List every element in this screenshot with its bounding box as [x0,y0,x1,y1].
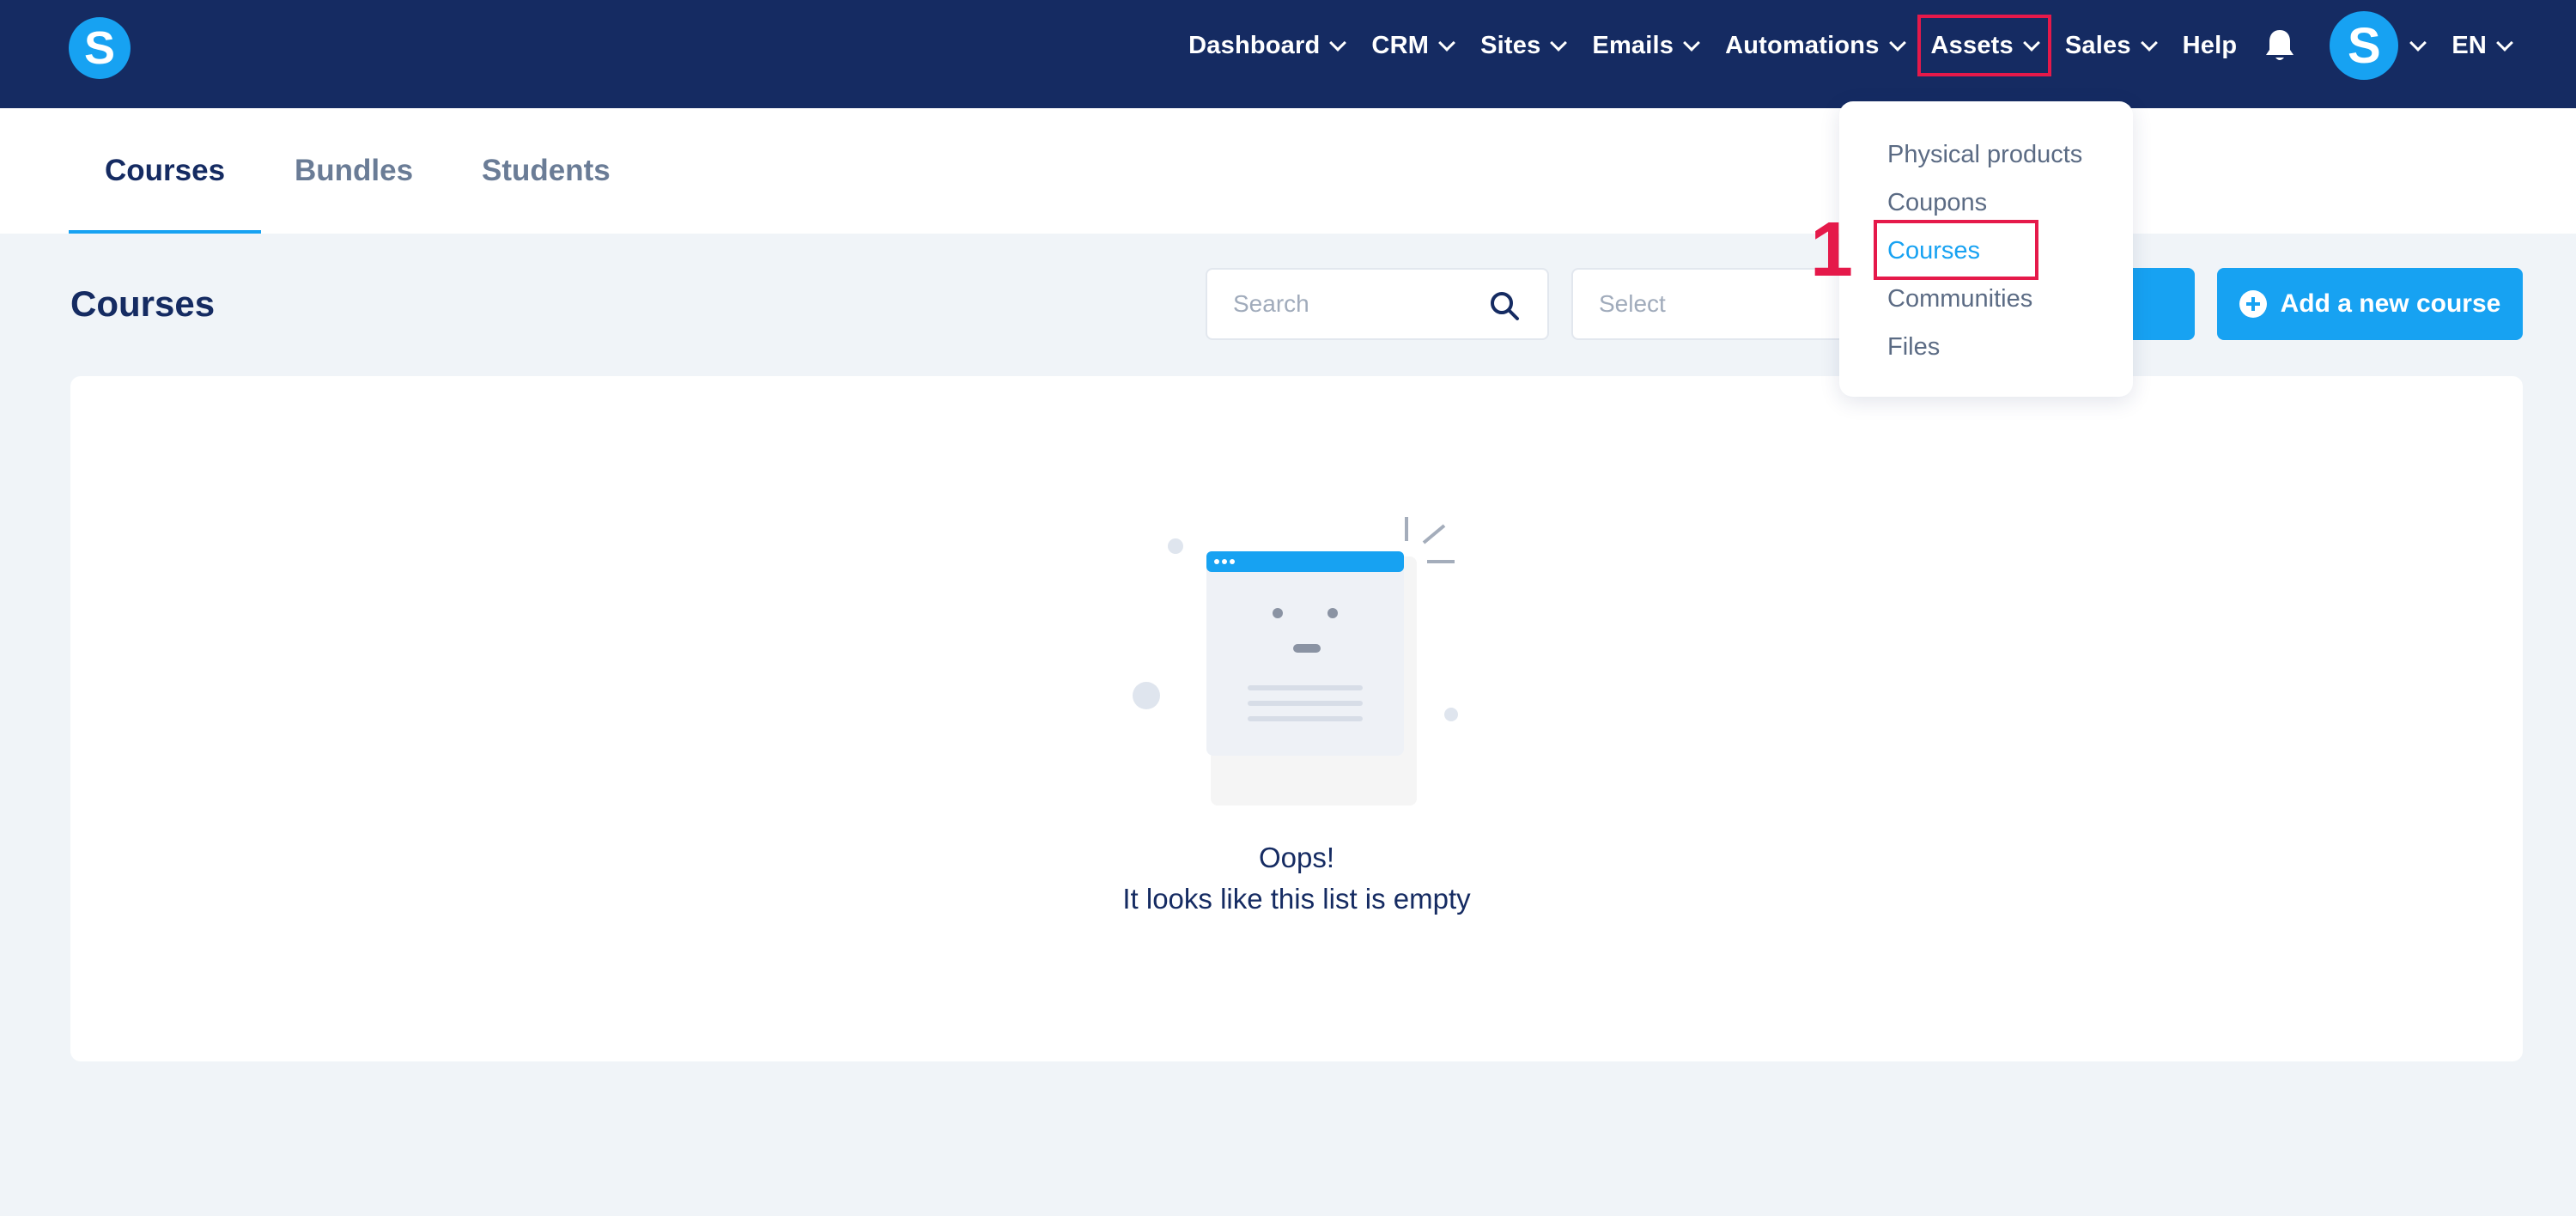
chevron-down-icon [2496,34,2513,52]
chevron-down-icon [1888,34,1906,52]
tab-students[interactable]: Students [482,108,611,234]
empty-state-subtitle: It looks like this list is empty [1122,883,1471,915]
nav-item-assets[interactable]: Assets [1917,15,2051,76]
step-number-label: 1 [1810,207,1854,293]
menu-item-label: Coupons [1887,188,1988,216]
add-course-button-label: Add a new course [2280,289,2501,318]
top-navigation-bar: S Dashboard CRM Sites Emails Automations… [0,0,2576,108]
chevron-down-icon [2140,34,2158,52]
menu-item-label: Files [1887,332,1941,361]
user-menu[interactable]: S [2309,11,2438,80]
tab-bar: Courses Bundles Students [0,108,2576,234]
nav-item-help[interactable]: Help [2169,15,2251,76]
chevron-down-icon [1329,34,1347,52]
avatar: S [2330,11,2399,80]
nav-item-automations[interactable]: Automations [1711,15,1917,76]
menu-item-label: Physical products [1887,140,2083,168]
menu-item-physical-products[interactable]: Physical products [1839,131,2133,179]
plus-circle-icon [2239,290,2267,318]
menu-item-files[interactable]: Files [1839,323,2133,371]
nav-item-emails[interactable]: Emails [1578,15,1711,76]
menu-item-courses[interactable]: Courses [1839,227,2133,275]
tab-courses[interactable]: Courses [105,108,225,234]
nav-item-label: Sales [2064,31,2131,59]
language-label: EN [2451,31,2487,59]
app-logo[interactable]: S [69,17,131,79]
nav-item-label: Help [2182,31,2238,59]
tab-label: Bundles [295,154,414,187]
tab-label: Courses [105,154,226,187]
nav-item-label: Assets [1930,31,2014,59]
tab-bundles[interactable]: Bundles [295,108,413,234]
menu-item-label: Courses [1887,236,1980,264]
empty-list-illustration-icon [1108,498,1477,829]
search-icon[interactable] [1489,290,1520,325]
page-title: Courses [70,283,216,324]
language-selector[interactable]: EN [2438,15,2524,76]
notifications-bell-icon[interactable] [2263,28,2297,63]
assets-dropdown-menu: Physical products Coupons Courses Commun… [1839,101,2133,397]
nav-item-label: CRM [1371,31,1430,59]
menu-item-label: Communities [1887,284,2033,313]
nav-item-crm[interactable]: CRM [1358,15,1467,76]
menu-item-coupons[interactable]: Coupons [1839,179,2133,227]
nav-item-dashboard[interactable]: Dashboard [1175,15,1358,76]
empty-state-title: Oops! [1258,842,1335,873]
chevron-down-icon [2409,34,2427,52]
tab-label: Students [482,154,611,187]
nav-item-sales[interactable]: Sales [2051,15,2169,76]
nav-item-label: Dashboard [1188,31,1321,59]
chevron-down-icon [1683,34,1701,52]
menu-item-communities[interactable]: Communities [1839,275,2133,323]
nav-item-sites[interactable]: Sites [1467,15,1578,76]
add-course-button[interactable]: Add a new course [2217,268,2523,340]
chevron-down-icon [1550,34,1568,52]
search-field[interactable] [1206,268,1549,340]
search-input[interactable] [1233,290,1473,318]
chevron-down-icon [1438,34,1455,52]
nav-item-label: Automations [1725,31,1880,59]
active-tab-indicator [69,230,261,234]
nav-item-label: Sites [1480,31,1541,59]
select-placeholder: Select [1599,290,1666,317]
main-menu: Dashboard CRM Sites Emails Automations A… [1175,0,2524,91]
nav-item-label: Emails [1592,31,1674,59]
chevron-down-icon [2022,34,2040,52]
